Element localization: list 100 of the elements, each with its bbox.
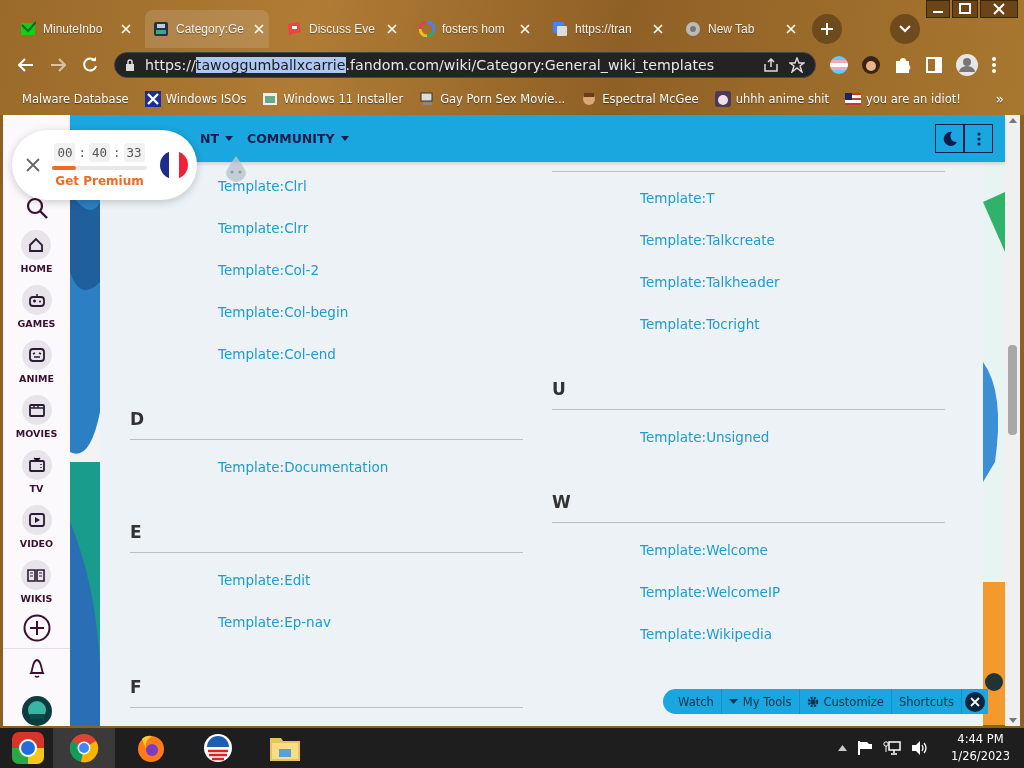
sidebar-item[interactable]: MOVIES — [15, 395, 58, 439]
caret-icon — [225, 136, 233, 141]
start-icon[interactable] — [11, 731, 45, 765]
category-link[interactable]: Template:Edit — [218, 559, 311, 601]
translate-icon — [552, 21, 568, 37]
menu-icon[interactable] — [992, 57, 996, 73]
browser-tab[interactable]: Discuss Eve — [278, 10, 402, 48]
forward-icon[interactable] — [50, 58, 66, 72]
bookmark[interactable]: Malware Database — [22, 91, 129, 106]
window-icon — [262, 90, 279, 107]
avatar-icon — [714, 90, 731, 107]
section-heading: F — [130, 643, 523, 708]
check-icon — [20, 21, 36, 37]
premium-link[interactable]: Get Premium — [55, 173, 144, 188]
back-icon[interactable] — [18, 58, 34, 72]
close-icon[interactable] — [980, 0, 1018, 18]
category-link[interactable]: Template:Clrr — [218, 207, 309, 249]
bookmark[interactable]: Windows 11 Installer — [283, 91, 404, 106]
scroll-thumb[interactable] — [1008, 345, 1017, 435]
browser-tab[interactable]: https://tran — [544, 10, 668, 48]
network-icon[interactable] — [883, 740, 902, 756]
caret-icon — [340, 136, 349, 141]
chat-icon — [286, 21, 302, 37]
puzzle-icon[interactable] — [894, 56, 912, 74]
fox-icon[interactable] — [136, 733, 166, 763]
add-icon[interactable] — [22, 614, 51, 642]
time-digits: 33 — [123, 142, 145, 162]
avatar-icon[interactable] — [862, 56, 880, 74]
browser-tab[interactable]: fosters hom — [411, 10, 535, 48]
more-button[interactable] — [964, 124, 993, 153]
dark-mode-button[interactable] — [935, 124, 964, 153]
category-link[interactable]: Template:Col-begin — [218, 291, 349, 333]
plus-icon[interactable] — [820, 22, 834, 36]
moon-icon — [941, 130, 958, 147]
category-link[interactable]: Template:Welcome — [640, 529, 768, 571]
bookmark[interactable]: Windows ISOs — [165, 91, 247, 106]
clock[interactable]: 4:44 PM 1/26/2023 — [951, 731, 1010, 765]
flag-icon[interactable] — [857, 740, 874, 756]
lock-icon — [125, 59, 135, 71]
section-heading: E — [130, 488, 523, 553]
kebab-icon — [976, 131, 981, 146]
face-icon — [581, 90, 598, 107]
scroll-down-icon — [1008, 718, 1017, 723]
x-letter-icon — [144, 90, 161, 107]
gear-icon — [806, 695, 819, 708]
browser-tab[interactable]: New Tab — [677, 10, 801, 48]
bookmark[interactable]: Espectral McGee — [602, 91, 699, 106]
browser-tab[interactable]: Category:Ge — [145, 10, 269, 48]
share-icon[interactable] — [763, 58, 779, 72]
browser-tab[interactable]: MinuteInbo — [12, 10, 136, 48]
scroll-up-icon — [1008, 118, 1017, 123]
overflow-chevron[interactable]: » — [995, 90, 1004, 107]
category-link[interactable]: Template:Tocright — [640, 303, 760, 345]
circle-logo-icon[interactable] — [203, 733, 233, 763]
category-link[interactable]: Template:Talkcreate — [640, 219, 775, 261]
minimize-icon[interactable] — [926, 0, 950, 18]
scrollbar[interactable] — [1005, 115, 1020, 726]
nav-menu[interactable]: NT — [200, 131, 233, 146]
category-link[interactable]: Template:T — [640, 177, 715, 219]
category-link[interactable]: Template:Ep-nav — [218, 601, 331, 643]
category-link[interactable]: Template:WelcomeIP — [640, 571, 781, 613]
reload-icon[interactable] — [82, 57, 98, 73]
bell-icon[interactable] — [27, 657, 46, 679]
category-link[interactable]: Template:Col-2 — [218, 249, 320, 291]
profile-icon[interactable] — [956, 54, 978, 76]
category-link[interactable]: Template:Talkheader — [640, 261, 780, 303]
toolbar-button[interactable]: My Tools — [721, 689, 800, 714]
avatar-icon[interactable] — [21, 696, 52, 726]
play-icon — [26, 510, 47, 530]
flag-icon[interactable] — [159, 150, 189, 180]
striped-circle-icon[interactable] — [830, 56, 848, 74]
star-icon[interactable] — [789, 57, 805, 73]
time-digits: 40 — [88, 142, 111, 162]
section-heading: U — [552, 345, 945, 410]
toolbar-button[interactable]: Watch — [671, 689, 722, 714]
side-panel-icon[interactable] — [926, 57, 942, 73]
show-hidden-icon[interactable] — [838, 745, 848, 751]
speaker-icon[interactable] — [911, 740, 930, 756]
site-icon — [153, 21, 169, 37]
nav-menu[interactable]: COMMUNITY — [247, 131, 349, 146]
bookmark[interactable]: you are an idiot! — [865, 91, 961, 106]
time-separator: : — [113, 144, 121, 160]
toolbar-button[interactable]: Shortcuts — [891, 689, 962, 714]
search-icon[interactable] — [25, 197, 48, 219]
bookmark[interactable]: Gay Porn Sex Movie... — [440, 91, 566, 106]
category-link[interactable]: Template:Unsigned — [640, 416, 770, 458]
category-link[interactable]: Template:Col-end — [218, 333, 336, 375]
category-link[interactable]: Template:Clrl — [218, 165, 307, 207]
category-link[interactable]: Template:Documentation — [218, 446, 389, 488]
category-link[interactable]: Template:Wikipedia — [640, 613, 772, 655]
maximize-icon[interactable] — [952, 0, 978, 18]
section-heading: W — [552, 458, 945, 523]
toolbar-button[interactable]: Customize — [799, 689, 892, 714]
browser-icon[interactable] — [69, 733, 99, 763]
close-icon[interactable] — [964, 691, 985, 712]
section-heading: D — [130, 375, 523, 440]
chevron-down-icon[interactable] — [899, 25, 911, 33]
time-digits: 00 — [54, 142, 76, 162]
time-separator: : — [78, 144, 86, 160]
bookmark[interactable]: uhhh anime shit — [735, 91, 829, 106]
